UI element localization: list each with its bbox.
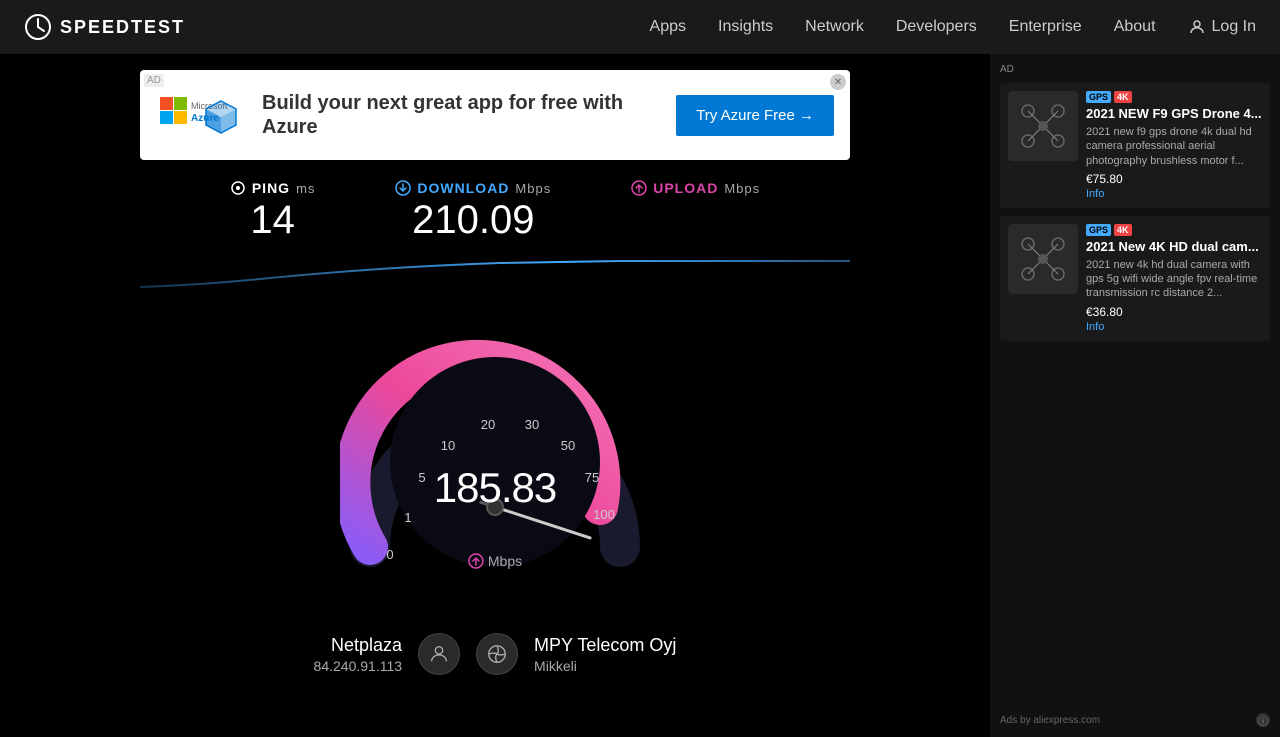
ad-cta-button[interactable]: Try Azure Free → [676, 95, 834, 136]
isp-location: Mikkeli [534, 658, 577, 674]
right-ad-info-1[interactable]: Info [1086, 188, 1262, 200]
logo[interactable]: SPEEDTEST [24, 13, 185, 41]
graph-area [140, 247, 850, 297]
globe-icon [486, 643, 508, 665]
person-icon [428, 643, 450, 665]
right-ad-label: AD [1000, 64, 1270, 75]
right-ad-footer-text: Ads by aliexpress.com [1000, 715, 1100, 726]
svg-text:0: 0 [386, 547, 393, 562]
ad-close-button[interactable]: ✕ [830, 74, 846, 90]
ping-label: PING ms [230, 180, 316, 196]
isp-ip: 84.240.91.113 [314, 658, 403, 674]
gps-badge-2: GPS [1086, 224, 1111, 236]
ad-label: AD [144, 74, 164, 87]
speed-unit: Mbps [468, 553, 522, 569]
upload-icon [631, 180, 647, 196]
right-ad-content-2: GPS 4K 2021 New 4K HD dual cam... 2021 n… [1086, 224, 1262, 333]
login-label: Log In [1212, 18, 1256, 36]
isp-row: Netplaza 84.240.91.113 MPY Telecom Oyj M… [314, 633, 677, 675]
main-wrapper: AD Microsoft Azure [0, 54, 1280, 737]
ping-icon [230, 180, 246, 196]
navbar: SPEEDTEST Apps Insights Network Develope… [0, 0, 1280, 54]
k4-badge-2: 4K [1114, 224, 1132, 236]
right-ad-price-2: €36.80 [1086, 305, 1262, 319]
svg-text:20: 20 [481, 417, 495, 432]
right-ad-badges-1: GPS 4K [1086, 91, 1262, 103]
svg-text:100: 100 [593, 507, 615, 522]
nav-network[interactable]: Network [805, 18, 864, 35]
svg-text:5: 5 [418, 470, 425, 485]
user-icon [1188, 18, 1206, 36]
azure-logo: Microsoft Azure [156, 93, 246, 148]
nav-developers[interactable]: Developers [896, 18, 977, 35]
svg-text:1: 1 [404, 510, 411, 525]
ping-stat: PING ms 14 [230, 180, 316, 243]
isp-provider: MPY Telecom Oyj [534, 635, 676, 656]
right-ad-img-1 [1008, 91, 1078, 161]
ping-value: 14 [250, 198, 295, 243]
gps-badge-1: GPS [1086, 91, 1111, 103]
right-ad-footer: Ads by aliexpress.com ⓘ [1000, 713, 1270, 727]
download-value: 210.09 [412, 198, 534, 243]
speed-unit-label: Mbps [488, 553, 522, 569]
svg-text:185.83: 185.83 [434, 464, 556, 511]
download-icon [395, 180, 411, 196]
right-ad-price-1: €75.80 [1086, 172, 1262, 186]
speed-graph [140, 247, 850, 297]
ad-text: Build your next great app for free with … [262, 91, 676, 139]
isp-right: MPY Telecom Oyj Mikkeli [534, 635, 676, 674]
download-stat: DOWNLOAD Mbps 210.09 [395, 180, 551, 243]
isp-left: Netplaza 84.240.91.113 [314, 635, 403, 674]
right-ad-img-2 [1008, 224, 1078, 294]
drone-img-2 [1013, 229, 1073, 289]
user-circle-icon [418, 633, 460, 675]
download-label: DOWNLOAD Mbps [395, 180, 551, 196]
ad-banner: AD Microsoft Azure [140, 70, 850, 160]
right-ad-desc-2: 2021 new 4k hd dual camera with gps 5g w… [1086, 258, 1262, 301]
login-button[interactable]: Log In [1188, 18, 1256, 36]
nav-links: Apps Insights Network Developers Enterpr… [650, 18, 1156, 36]
upload-label: UPLOAD Mbps [631, 180, 760, 196]
right-ad-desc-1: 2021 new f9 gps drone 4k dual hd camera … [1086, 125, 1262, 168]
upload-stat: UPLOAD Mbps [631, 180, 760, 198]
ad-logo-area: Microsoft Azure [156, 93, 246, 148]
content-area: AD Microsoft Azure [0, 54, 990, 737]
right-ad-footer-icon[interactable]: ⓘ [1256, 713, 1270, 727]
svg-text:75: 75 [585, 470, 599, 485]
right-ad-card-2: GPS 4K 2021 New 4K HD dual cam... 2021 n… [1000, 216, 1270, 341]
globe-circle-icon [476, 633, 518, 675]
nav-enterprise[interactable]: Enterprise [1009, 18, 1082, 35]
upload-small-icon [468, 553, 484, 569]
k4-badge-1: 4K [1114, 91, 1132, 103]
nav-insights[interactable]: Insights [718, 18, 773, 35]
speedometer-container: 0 1 5 10 20 30 50 75 100 [340, 307, 650, 617]
svg-text:50: 50 [561, 438, 575, 453]
right-ad-info-2[interactable]: Info [1086, 321, 1262, 333]
svg-text:30: 30 [525, 417, 539, 432]
right-ad-badges-2: GPS 4K [1086, 224, 1262, 236]
right-ad-title-1[interactable]: 2021 NEW F9 GPS Drone 4... [1086, 106, 1262, 121]
right-ad-card-1: GPS 4K 2021 NEW F9 GPS Drone 4... 2021 n… [1000, 83, 1270, 208]
right-ad-panel: AD [990, 54, 1280, 737]
right-ad-content-1: GPS 4K 2021 NEW F9 GPS Drone 4... 2021 n… [1086, 91, 1262, 200]
drone-img-1 [1013, 96, 1073, 156]
nav-about[interactable]: About [1114, 18, 1156, 35]
isp-name: Netplaza [331, 635, 402, 656]
logo-text: SPEEDTEST [60, 17, 185, 38]
nav-apps[interactable]: Apps [650, 18, 686, 35]
gauge-svg: 0 1 5 10 20 30 50 75 100 [340, 307, 650, 617]
stats-row: PING ms 14 DOWNLOAD Mbps 210.09 [230, 180, 760, 243]
logo-icon [24, 13, 52, 41]
right-ad-title-2[interactable]: 2021 New 4K HD dual cam... [1086, 239, 1262, 254]
svg-text:10: 10 [441, 438, 455, 453]
